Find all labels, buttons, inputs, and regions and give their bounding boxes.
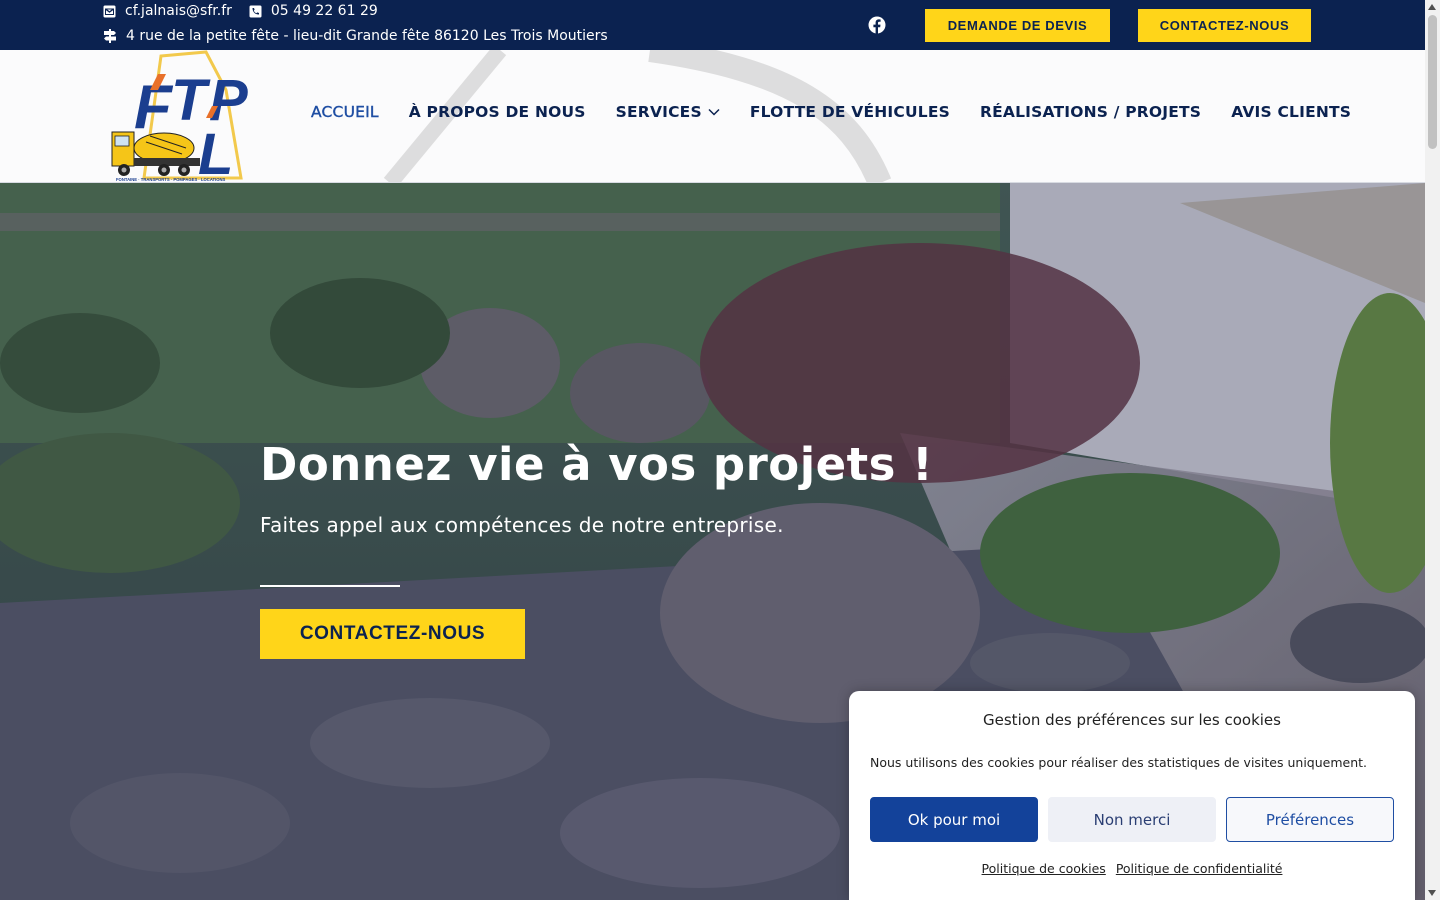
nav-item-reviews[interactable]: AVIS CLIENTS — [1231, 103, 1351, 121]
cookie-preferences-button[interactable]: Préférences — [1226, 797, 1394, 842]
nav-item-accueil[interactable]: ACCUEIL — [311, 103, 379, 121]
page-scrollbar[interactable] — [1425, 0, 1440, 900]
contact-row: cf.jalnais@sfr.fr 05 49 22 61 29 — [103, 3, 395, 19]
address-contact: 4 rue de la petite fête - lieu-dit Grand… — [103, 28, 608, 44]
quote-request-button[interactable]: DEMANDE DE DEVIS — [925, 9, 1110, 42]
svg-text:L: L — [198, 122, 233, 183]
site-header: F T P L FONTAINE · TRANSPORTS · POMPAGES… — [0, 50, 1425, 183]
hero-subtitle: Faites appel aux compétences de notre en… — [260, 513, 784, 537]
phone-link[interactable]: 05 49 22 61 29 — [271, 3, 378, 19]
cookie-policy-links: Politique de cookies Politique de confid… — [849, 861, 1415, 876]
email-link[interactable]: cf.jalnais@sfr.fr — [125, 3, 232, 19]
envelope-icon — [103, 5, 116, 17]
top-bar: cf.jalnais@sfr.fr 05 49 22 61 29 4 rue d… — [0, 0, 1425, 50]
chevron-down-icon — [708, 108, 720, 116]
nav-label: FLOTTE DE VÉHICULES — [749, 103, 950, 121]
facebook-icon[interactable] — [868, 16, 886, 34]
signpost-icon — [104, 29, 116, 43]
nav-item-fleet[interactable]: FLOTTE DE VÉHICULES — [750, 103, 950, 121]
scrollbar-thumb[interactable] — [1428, 15, 1437, 149]
nav-label: ACCUEIL — [311, 103, 379, 121]
phone-icon — [249, 5, 262, 17]
cookie-accept-button[interactable]: Ok pour moi — [870, 797, 1038, 842]
nav-label: À PROPOS DE NOUS — [408, 103, 586, 121]
nav-label: SERVICES — [615, 103, 702, 121]
hero-divider — [260, 585, 400, 587]
phone-contact[interactable]: 05 49 22 61 29 — [249, 3, 378, 19]
cookie-message: Nous utilisons des cookies pour réaliser… — [870, 755, 1368, 770]
hero-contact-button[interactable]: CONTACTEZ-NOUS — [260, 609, 525, 659]
contact-top-button[interactable]: CONTACTEZ-NOUS — [1138, 9, 1311, 42]
company-logo[interactable]: F T P L FONTAINE · TRANSPORTS · POMPAGES… — [106, 50, 268, 183]
logo-tagline: FONTAINE · TRANSPORTS · POMPAGES · LOCAT… — [116, 177, 226, 182]
nav-item-projects[interactable]: RÉALISATIONS / PROJETS — [980, 103, 1201, 121]
scroll-up-arrow-icon[interactable] — [1428, 4, 1436, 10]
nav-label: AVIS CLIENTS — [1231, 103, 1352, 121]
cookie-title: Gestion des préférences sur les cookies — [983, 711, 1281, 729]
nav-label: RÉALISATIONS / PROJETS — [979, 103, 1202, 121]
cookie-consent-banner: Gestion des préférences sur les cookies … — [849, 691, 1415, 900]
scroll-down-arrow-icon[interactable] — [1428, 890, 1436, 896]
nav-item-services[interactable]: SERVICES — [616, 103, 720, 121]
nav-item-about[interactable]: À PROPOS DE NOUS — [409, 103, 586, 121]
address-row: 4 rue de la petite fête - lieu-dit Grand… — [103, 28, 625, 44]
privacy-policy-link[interactable]: Politique de confidentialité — [1116, 861, 1283, 876]
main-navigation: ACCUEIL À PROPOS DE NOUS SERVICES FLOTTE… — [311, 103, 1381, 121]
address-text: 4 rue de la petite fête - lieu-dit Grand… — [126, 28, 608, 44]
hero-title: Donnez vie à vos projets ! — [260, 438, 934, 491]
email-contact[interactable]: cf.jalnais@sfr.fr — [103, 3, 232, 19]
cookie-policy-link[interactable]: Politique de cookies — [982, 861, 1106, 876]
cookie-deny-button[interactable]: Non merci — [1048, 797, 1216, 842]
